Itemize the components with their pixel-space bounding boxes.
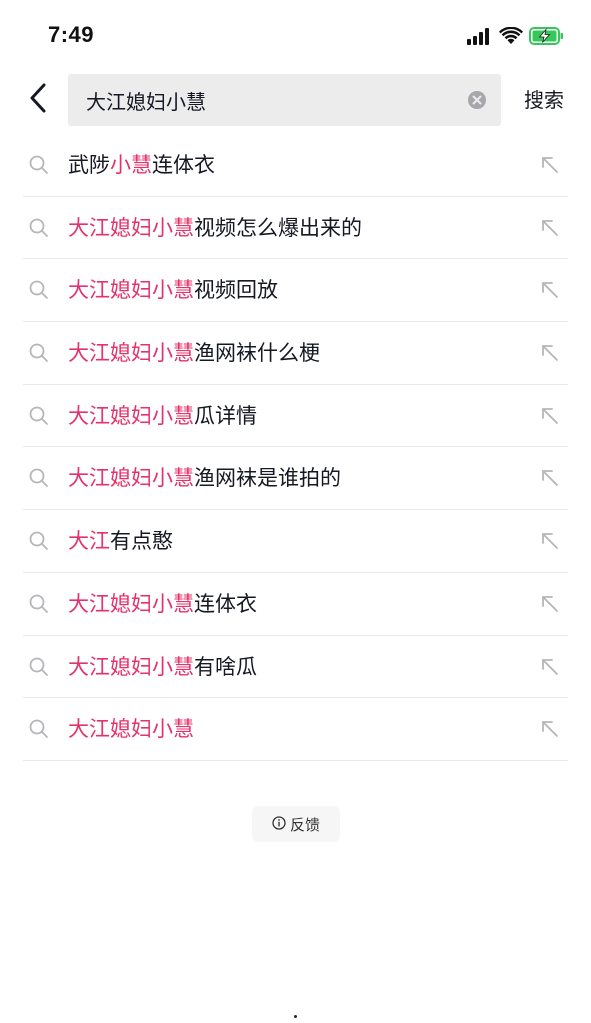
search-icon <box>28 405 50 427</box>
suggestion-text: 大江媳妇小慧视频怎么爆出来的 <box>68 197 362 259</box>
search-icon <box>28 467 50 489</box>
suggestion-match: 大江媳妇小慧 <box>68 215 194 240</box>
back-chevron-icon <box>28 82 48 118</box>
fill-query-arrow-icon[interactable] <box>540 280 560 300</box>
suggestion-rest: 渔网袜是谁拍的 <box>194 466 341 491</box>
suggestion-item[interactable]: 大江媳妇小慧渔网袜是谁拍的 <box>23 447 568 511</box>
suggestion-rest: 有点憨 <box>110 529 173 554</box>
suggestion-match: 大江媳妇小慧 <box>68 278 194 303</box>
suggestion-text: 大江媳妇小慧视频回放 <box>68 259 278 321</box>
suggestion-rest: 视频怎么爆出来的 <box>194 215 362 240</box>
suggestion-match: 大江媳妇小慧 <box>68 341 194 366</box>
suggestion-item[interactable]: 大江媳妇小慧视频回放 <box>23 259 568 323</box>
feedback-label: 反馈 <box>289 815 320 834</box>
fill-query-arrow-icon[interactable] <box>540 155 560 175</box>
search-icon <box>28 154 50 176</box>
search-box <box>68 74 501 126</box>
suggestion-rest: 视频回放 <box>194 278 278 303</box>
suggestion-match: 大江媳妇小慧 <box>68 717 194 742</box>
fill-query-arrow-icon[interactable] <box>540 406 560 426</box>
suggestion-text: 大江有点憨 <box>68 510 173 572</box>
suggestion-match: 大江媳妇小慧 <box>68 654 194 679</box>
fill-query-arrow-icon[interactable] <box>540 719 560 739</box>
suggestion-match: 大江媳妇小慧 <box>68 403 194 428</box>
fill-query-arrow-icon[interactable] <box>540 594 560 614</box>
suggestion-list: 武陟小慧连体衣 大江媳妇小慧视频怎么爆出来的 大江媳妇小慧视频回放 大江媳妇小慧渔网袜… <box>0 134 591 761</box>
suggestion-match: 大江媳妇小慧 <box>68 466 194 491</box>
suggestion-item[interactable]: 大江有点憨 <box>23 510 568 573</box>
search-button[interactable]: 搜索 <box>524 86 564 114</box>
search-icon <box>28 217 50 239</box>
fill-query-arrow-icon[interactable] <box>540 218 560 238</box>
status-icons <box>467 24 565 48</box>
suggestion-text: 大江媳妇小慧有啥瓜 <box>68 636 257 698</box>
search-icon <box>28 530 50 552</box>
search-icon <box>28 656 50 678</box>
suggestion-text: 大江媳妇小慧渔网袜是谁拍的 <box>68 447 341 509</box>
home-indicator <box>294 1015 297 1018</box>
wifi-icon <box>499 27 523 45</box>
search-icon <box>28 718 50 740</box>
search-header: 搜索 <box>0 64 591 136</box>
feedback-button[interactable]: 反馈 <box>252 806 340 842</box>
suggestion-item[interactable]: 大江媳妇小慧 <box>23 698 568 761</box>
search-icon <box>28 593 50 615</box>
suggestion-text: 大江媳妇小慧渔网袜什么梗 <box>68 322 320 384</box>
status-time: 7:49 <box>48 22 95 47</box>
suggestion-rest: 武陟 <box>68 153 110 177</box>
fill-query-arrow-icon[interactable] <box>540 343 560 363</box>
cellular-signal-icon <box>467 27 493 45</box>
suggestion-item[interactable]: 大江媳妇小慧瓜详情 <box>23 385 568 448</box>
suggestion-rest: 连体衣 <box>194 591 257 616</box>
suggestion-match: 大江媳妇小慧 <box>68 591 194 616</box>
suggestion-rest: 渔网袜什么梗 <box>194 341 320 366</box>
suggestion-text: 武陟小慧连体衣 <box>68 134 215 196</box>
fill-query-arrow-icon[interactable] <box>540 657 560 677</box>
status-bar: 7:49 <box>0 0 591 64</box>
search-icon <box>28 342 50 364</box>
suggestion-item[interactable]: 大江媳妇小慧连体衣 <box>23 573 568 636</box>
clear-icon[interactable] <box>467 90 487 110</box>
fill-query-arrow-icon[interactable] <box>540 531 560 551</box>
suggestion-item[interactable]: 大江媳妇小慧视频怎么爆出来的 <box>23 197 568 260</box>
suggestion-match: 大江 <box>68 529 110 554</box>
suggestion-item[interactable]: 武陟小慧连体衣 <box>23 134 568 197</box>
suggestion-rest: 有啥瓜 <box>194 654 257 679</box>
back-button[interactable] <box>22 80 54 120</box>
search-input[interactable] <box>86 74 456 126</box>
suggestion-text: 大江媳妇小慧瓜详情 <box>68 385 257 447</box>
suggestion-text: 大江媳妇小慧连体衣 <box>68 573 257 635</box>
suggestion-item[interactable]: 大江媳妇小慧有啥瓜 <box>23 636 568 699</box>
info-circle-icon <box>272 815 286 834</box>
search-icon <box>28 279 50 301</box>
suggestion-rest: 瓜详情 <box>194 403 257 428</box>
battery-charging-icon <box>529 26 565 46</box>
suggestion-item[interactable]: 大江媳妇小慧渔网袜什么梗 <box>23 322 568 385</box>
suggestion-rest: 连体衣 <box>152 153 215 177</box>
suggestion-text: 大江媳妇小慧 <box>68 698 194 760</box>
suggestion-match: 小慧 <box>110 153 152 177</box>
fill-query-arrow-icon[interactable] <box>540 468 560 488</box>
